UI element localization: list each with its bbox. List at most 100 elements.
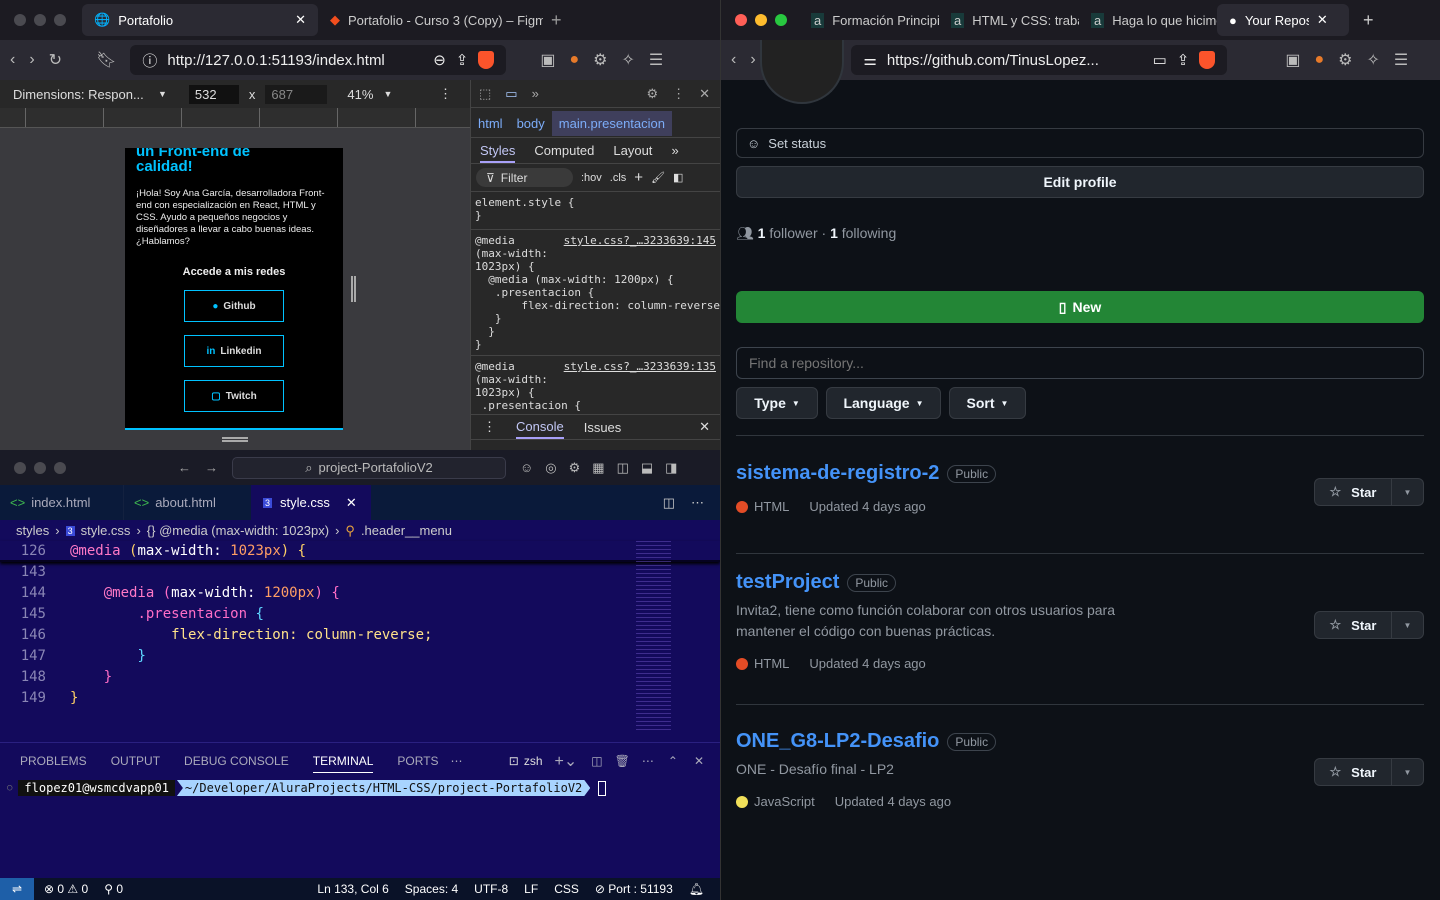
menu-icon[interactable]: ☰ [1394,50,1408,70]
dimensions-select[interactable]: Dimensions: Respon... [13,87,148,102]
install-icon[interactable]: ▭ [1153,51,1167,69]
wallet-icon[interactable]: ● [1315,51,1325,69]
code-line[interactable]: 147 } [0,646,720,667]
star-button[interactable]: ☆ Star [1314,611,1392,639]
tab-ports[interactable]: PORTS [385,754,450,768]
more-actions-icon[interactable]: ⋯ [691,495,704,511]
back-icon[interactable]: ‹ [10,51,15,69]
social-twitch-button[interactable]: ▢ Twitch [184,380,284,412]
resize-handle[interactable] [351,276,356,302]
height-input[interactable]: 687 [265,84,328,104]
more-icon[interactable]: ⋮ [672,86,685,102]
sidebar-icon[interactable]: ▣ [540,50,555,70]
width-input[interactable]: 532 [188,84,239,104]
tab-figma[interactable]: ◆ Portafolio - Curso 3 (Copy) – Figma [318,4,543,36]
tab-debug-console[interactable]: DEBUG CONSOLE [172,754,301,768]
tab-output[interactable]: OUTPUT [99,754,172,768]
brave-shield-icon[interactable] [1199,51,1216,69]
forward-icon[interactable]: → [205,460,218,475]
close-panel-icon[interactable]: ✕ [694,754,704,768]
star-button[interactable]: ☆ Star [1314,758,1392,786]
maximize-icon[interactable]: ⌃ [668,754,678,768]
device-toggle-icon[interactable]: ▭ [505,86,517,102]
language-mode[interactable]: CSS [554,882,579,896]
layout-icon[interactable]: ▦ [592,460,604,476]
social-github-button[interactable]: ● Github [184,290,284,322]
repo-name-link[interactable]: testProject [736,571,839,594]
address-bar[interactable]: ⓘ http://127.0.0.1:51193/index.html ⊖ ⇪ [130,45,507,75]
back-icon[interactable]: ← [178,460,191,475]
zoom-select[interactable]: 41% [347,87,373,102]
brave-shield-icon[interactable] [478,51,495,69]
sidebar-icon[interactable]: ▣ [1285,50,1300,70]
styles-filter-input[interactable]: ⊽ Filter [476,168,573,187]
close-icon[interactable]: ✕ [699,86,710,102]
followers-link[interactable]: 1 follower [758,225,818,241]
add-rule-icon[interactable]: + [634,169,643,186]
tab-index-html[interactable]: <> index.html [0,485,124,520]
trash-icon[interactable]: 🗑︎ [615,754,630,768]
more-tabs-icon[interactable]: » [532,86,539,101]
address-bar[interactable]: ⚌ https://github.com/TinusLopez... ▭ ⇪ [851,45,1228,75]
menu-icon[interactable]: ☰ [649,50,663,70]
toggle-sidebar-icon[interactable]: ◫ [617,460,629,476]
toggle-panel-icon[interactable]: ⬓ [641,460,653,476]
live-server-status[interactable]: ⊘ Port : 51193 [595,882,673,896]
sidebar-toggle-icon[interactable]: ◧ [673,171,683,184]
settings-icon[interactable]: ⚙ [646,86,658,102]
language-filter[interactable]: Language ▼ [826,387,941,419]
more-icon[interactable]: ⋯ [451,754,463,768]
toggle-secondary-sidebar-icon[interactable]: ◨ [665,460,677,476]
repo-name-link[interactable]: sistema-de-registro-2 [736,462,939,485]
tab-about-html[interactable]: <> about.html [124,485,251,520]
tab-computed[interactable]: Computed [534,143,594,158]
more-tabs-icon[interactable]: » [671,143,678,158]
star-list-dropdown[interactable]: ▼ [1392,758,1424,786]
eol[interactable]: LF [524,882,538,896]
shell-label[interactable]: zsh [524,754,543,768]
find-repository-input[interactable] [736,347,1424,379]
extensions-icon[interactable]: ⚙ [593,50,607,70]
encoding[interactable]: UTF-8 [474,882,508,896]
type-filter[interactable]: Type ▼ [736,387,818,419]
crumb-body[interactable]: body [510,116,552,131]
copilot-icon[interactable]: ☺ [520,460,533,476]
hov-toggle[interactable]: :hov [581,172,602,184]
cls-toggle[interactable]: .cls [610,172,627,184]
tab-alura-2[interactable]: aHTML y CSS: trabajando [939,4,1079,36]
crumb-html[interactable]: html [471,116,510,131]
close-icon[interactable]: ✕ [295,12,306,28]
new-tab-icon[interactable]: + [1363,10,1374,31]
tab-alura-3[interactable]: aHaga lo que hicimos [1079,4,1217,36]
tab-style-css[interactable]: 3 style.css ✕ [251,485,371,520]
cursor-position[interactable]: Ln 133, Col 6 [317,882,388,896]
rule-source-link[interactable]: style.css?_…3233639:135 [564,360,716,373]
star-button[interactable]: ☆ Star [1314,478,1392,506]
tab-issues[interactable]: Issues [584,420,622,435]
following-link[interactable]: 1 following [830,225,896,241]
tab-alura-1[interactable]: aFormación Principiante [799,4,939,36]
remote-icon[interactable]: ⇌ [0,878,34,900]
tab-terminal[interactable]: TERMINAL [312,750,374,773]
close-icon[interactable]: ✕ [1317,12,1328,28]
back-icon[interactable]: ‹ [731,51,736,69]
sort-filter[interactable]: Sort ▼ [949,387,1026,419]
account-icon[interactable]: ◎ [545,460,556,476]
drawer-menu-icon[interactable]: ⋮ [483,419,496,435]
repo-name-link[interactable]: ONE_G8-LP2-Desafio [736,730,939,753]
tab-portafolio[interactable]: 🌐 Portafolio ✕ [82,4,318,36]
bell-icon[interactable]: 🔔︎ [689,882,704,896]
reload-icon[interactable]: ↻ [49,50,62,70]
set-status-button[interactable]: ☺ Set status [736,128,1424,158]
social-linkedin-button[interactable]: in Linkedin [184,335,284,367]
ports-status[interactable]: ⚲ 0 [104,882,123,896]
code-line[interactable]: 143 [0,562,720,583]
share-icon[interactable]: ⇪ [1177,51,1190,69]
code-line[interactable]: 145 .presentacion { [0,604,720,625]
window-minimize[interactable] [34,14,46,26]
rule-source-link[interactable]: style.css?_…3233639:145 [564,234,716,247]
new-repo-button[interactable]: ▯ New [736,291,1424,323]
tab-console[interactable]: Console [516,415,564,439]
close-icon[interactable]: ✕ [346,495,357,511]
tab-styles[interactable]: Styles [480,138,516,163]
